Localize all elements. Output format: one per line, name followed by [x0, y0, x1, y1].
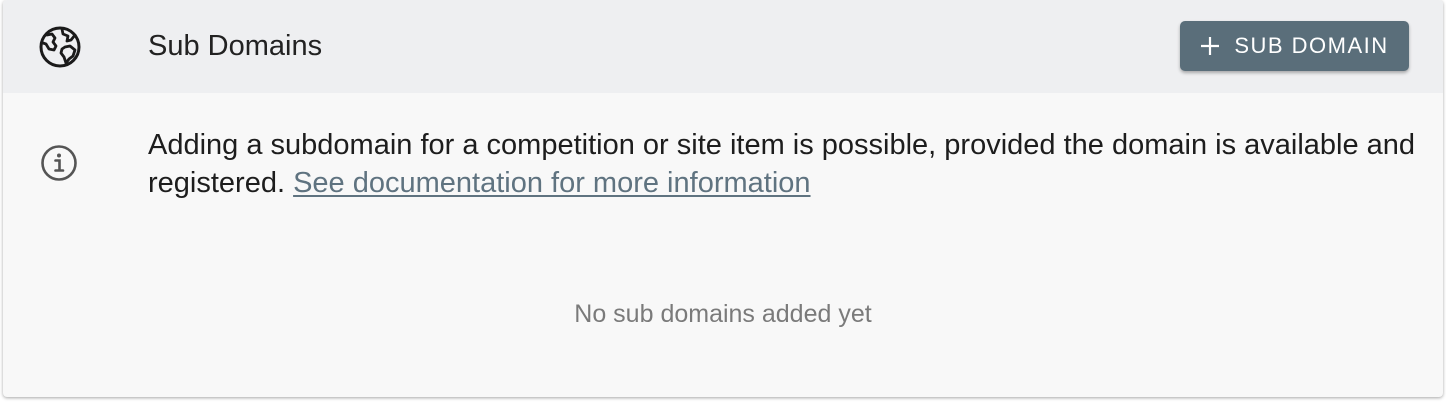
- globe-icon: [39, 26, 81, 68]
- documentation-link[interactable]: See documentation for more information: [293, 167, 810, 199]
- sub-domains-card: Sub Domains SUB DOMAIN Adding a subdomai…: [3, 0, 1443, 397]
- info-message: Adding a subdomain for a competition or …: [148, 126, 1418, 202]
- empty-state-message: No sub domains added yet: [574, 300, 872, 328]
- add-sub-domain-label: SUB DOMAIN: [1234, 33, 1389, 58]
- info-icon: [41, 145, 77, 181]
- page-title: Sub Domains: [148, 30, 323, 62]
- card-header: Sub Domains SUB DOMAIN: [3, 0, 1443, 93]
- plus-icon: [1201, 37, 1220, 55]
- add-sub-domain-button[interactable]: SUB DOMAIN: [1180, 21, 1409, 71]
